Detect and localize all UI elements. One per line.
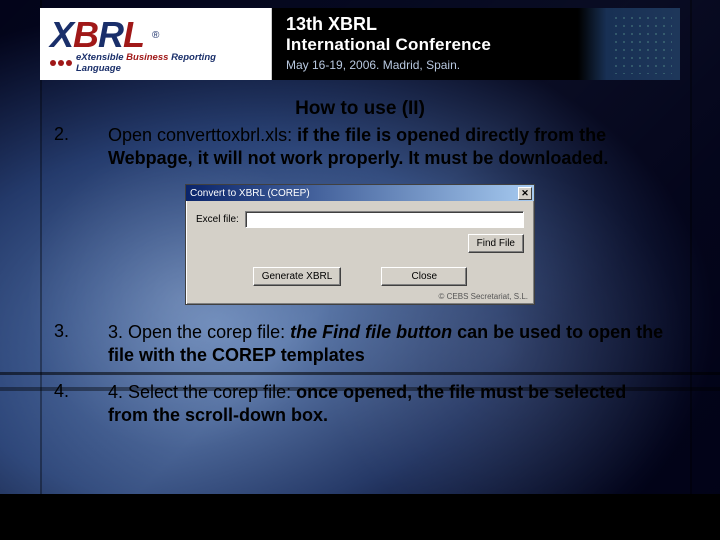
slide-content: How to use (II) 2. Open converttoxbrl.xl…	[54, 98, 666, 441]
tagline-part: Business	[126, 52, 171, 63]
dialog-copyright: © CEBS Secretariat, S.L.	[186, 292, 534, 304]
registered-mark: ®	[152, 30, 159, 41]
item-text: 3. Open the corep file: the Find file bu…	[108, 321, 666, 367]
conference-date: May 16-19, 2006. Madrid, Spain.	[286, 58, 666, 72]
logo-letter-r: R	[98, 14, 123, 55]
logo-letter-l: L	[123, 14, 144, 55]
list-item: 3. 3. Open the corep file: the Find file…	[54, 321, 666, 367]
dialog-titlebar: Convert to XBRL (COREP) ✕	[186, 185, 534, 201]
logo-letter-x: X	[50, 14, 73, 55]
logo-tagline: eXtensible Business Reporting Language	[76, 52, 261, 74]
item-text: Open converttoxbrl.xls: if the file is o…	[108, 124, 666, 170]
item-text: 4. Select the corep file: once opened, t…	[108, 381, 666, 427]
decorative-bar	[690, 0, 692, 540]
footer-strip	[0, 494, 720, 540]
xbrl-logo: XBRL ® eXtensible Business Reporting Lan…	[40, 8, 272, 80]
excel-file-input[interactable]	[245, 211, 524, 228]
item-number: 3.	[54, 321, 84, 367]
decorative-bar	[40, 0, 42, 540]
slide-title: How to use (II)	[54, 98, 666, 120]
item-number: 2.	[54, 124, 84, 170]
dialog-screenshot: Convert to XBRL (COREP) ✕ Excel file: Fi…	[54, 184, 666, 305]
generate-xbrl-button[interactable]: Generate XBRL	[253, 267, 342, 286]
logo-text: XBRL	[50, 14, 144, 56]
logo-dots-icon	[50, 60, 72, 66]
banner-dots-icon	[612, 14, 672, 74]
close-button[interactable]: Close	[381, 267, 467, 286]
close-icon[interactable]: ✕	[518, 187, 532, 200]
header: XBRL ® eXtensible Business Reporting Lan…	[40, 8, 680, 80]
item-text-plain: 4. Select the corep file:	[108, 382, 296, 402]
item-text-plain: 3. Open the corep file:	[108, 322, 290, 342]
item-text-plain: Open converttoxbrl.xls:	[108, 125, 297, 145]
list-item: 4. 4. Select the corep file: once opened…	[54, 381, 666, 427]
conference-title-1: 13th XBRL	[286, 14, 666, 35]
find-file-button[interactable]: Find File	[468, 234, 524, 253]
dialog-title: Convert to XBRL (COREP)	[190, 188, 518, 199]
convert-dialog: Convert to XBRL (COREP) ✕ Excel file: Fi…	[185, 184, 535, 305]
item-text-italic: the Find file button	[290, 322, 452, 342]
conference-banner: 13th XBRL International Conference May 1…	[272, 8, 680, 80]
list-item: 2. Open converttoxbrl.xls: if the file i…	[54, 124, 666, 170]
item-number: 4.	[54, 381, 84, 427]
conference-title-2: International Conference	[286, 35, 666, 55]
excel-file-label: Excel file:	[196, 214, 239, 225]
logo-letter-b: B	[73, 14, 98, 55]
tagline-part: eXtensible	[76, 52, 126, 63]
